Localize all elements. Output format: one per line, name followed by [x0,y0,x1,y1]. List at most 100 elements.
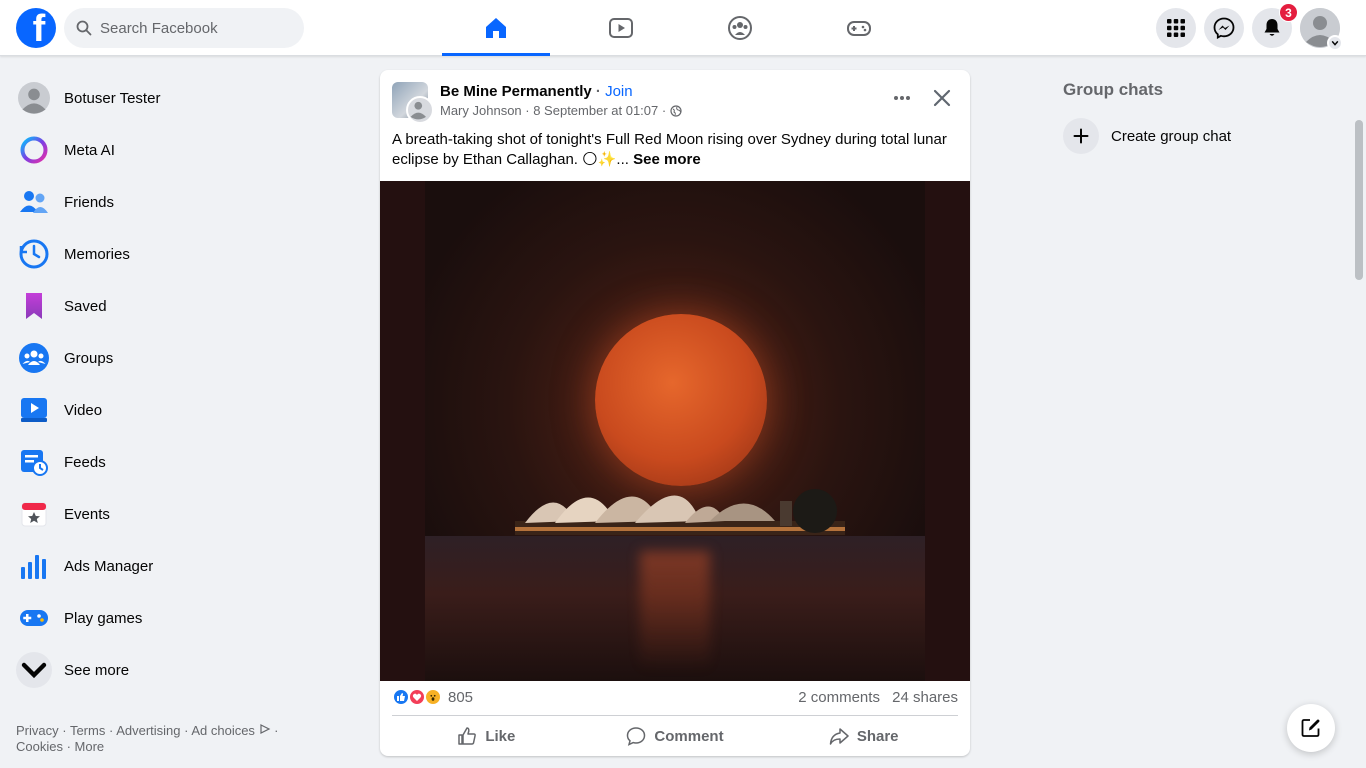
messenger-icon [1213,17,1235,39]
sidebar-item-label: Video [64,401,103,419]
feeds-icon [16,444,52,480]
scrollbar-thumb[interactable] [1355,120,1363,280]
photo-image [425,181,925,681]
bell-icon [1264,19,1280,36]
sidebar-item-events[interactable]: Events [8,488,352,540]
sidebar-item-feeds[interactable]: Feeds [8,436,352,488]
account-avatar-button[interactable] [1300,8,1343,51]
sidebar-item-play-games[interactable]: Play games [8,592,352,644]
like-button[interactable]: Like [392,718,581,754]
top-navigation-bar: f 3 [0,0,1366,56]
comments-count-link[interactable]: 2 comments [798,689,880,706]
globe-icon [670,105,682,117]
reactions-summary[interactable]: 805 [392,688,473,706]
profile-avatar [16,80,52,116]
opera-house-silhouette [515,489,845,535]
sidebar-item-meta-ai[interactable]: Meta AI [8,124,352,176]
sidebar-item-label: Feeds [64,453,106,471]
tab-home[interactable] [442,0,561,56]
search-box[interactable] [64,8,304,48]
sidebar-item-label: Botuser Tester [64,89,161,107]
footer-link-cookies[interactable]: Cookies [16,739,63,754]
post-timestamp[interactable]: 8 September at 01:07 [533,102,658,120]
new-message-button[interactable] [1287,704,1335,752]
play-games-icon [16,600,52,636]
see-more-link[interactable]: See more [633,151,701,168]
saved-icon [16,288,52,324]
sidebar-item-ads-manager[interactable]: Ads Manager [8,540,352,592]
author-name-link[interactable]: Mary Johnson [440,102,522,120]
more-options-icon[interactable] [892,88,912,108]
page-scrollbar[interactable] [1352,56,1366,768]
red-moon [595,314,767,486]
separator-dot: · [595,83,601,100]
footer-links: Privacy · Terms · Advertising · Ad choic… [16,723,279,754]
share-button[interactable]: Share [769,718,958,754]
tab-gaming[interactable] [799,0,918,56]
sidebar-item-label: Saved [64,297,107,315]
moon-reflection [640,551,710,671]
chevron-down-icon [16,652,52,688]
footer-link-privacy[interactable]: Privacy [16,723,59,738]
comment-icon [627,727,646,746]
search-input[interactable] [100,19,290,37]
chevron-down-icon [1327,35,1343,51]
create-group-chat-button[interactable]: Create group chat [1063,118,1333,154]
home-icon [486,18,506,38]
groups-icon [727,16,752,40]
notifications-button[interactable]: 3 [1252,3,1298,48]
top-right-actions: 3 [1156,3,1343,51]
shares-count-link[interactable]: 24 shares [892,689,958,706]
post-counts: 2 comments 24 shares [790,689,958,706]
messenger-button[interactable] [1204,8,1244,48]
main-nav-tabs [442,0,918,56]
sidebar-item-label: Friends [64,193,115,211]
comment-button[interactable]: Comment [581,718,770,754]
share-label: Share [856,727,899,745]
post-stats: 805 2 comments 24 shares [392,688,958,706]
author-avatar[interactable] [406,96,434,124]
share-icon [829,728,849,745]
right-sidebar: Group chats Create group chat [1063,80,1333,154]
friends-icon [16,184,52,220]
sidebar-item-label: Memories [64,245,130,263]
create-group-chat-label: Create group chat [1111,127,1232,145]
like-label: Like [485,727,516,745]
group-chats-heading: Group chats [1063,80,1164,99]
join-group-link[interactable]: Join [605,83,633,100]
left-sidebar: Botuser Tester Meta AI Friends Memories … [8,72,352,696]
gaming-icon [846,21,871,36]
video-icon [16,392,52,428]
footer-link-ad-choices[interactable]: Ad choices [191,723,255,738]
menu-button[interactable] [1156,8,1196,48]
close-icon[interactable] [932,88,952,108]
plus-icon [1063,118,1099,154]
facebook-logo[interactable]: f [16,8,56,48]
sidebar-item-label: Groups [64,349,114,367]
sidebar-item-saved[interactable]: Saved [8,280,352,332]
footer-link-terms[interactable]: Terms [70,723,105,738]
sidebar-item-memories[interactable]: Memories [8,228,352,280]
tab-video[interactable] [561,0,680,56]
sidebar-item-video[interactable]: Video [8,384,352,436]
video-icon [608,18,633,38]
sidebar-item-profile[interactable]: Botuser Tester [8,72,352,124]
memories-icon [16,236,52,272]
footer-link-more[interactable]: More [75,739,105,754]
sidebar-item-see-more[interactable]: See more [8,644,352,696]
post-text: A breath-taking shot of tonight's Full R… [392,130,962,170]
wow-reaction-icon [424,688,442,706]
sidebar-item-groups[interactable]: Groups [8,332,352,384]
post-photo[interactable] [380,181,970,681]
group-name-link[interactable]: Be Mine Permanently [440,83,592,100]
sidebar-item-friends[interactable]: Friends [8,176,352,228]
group-avatar[interactable] [392,82,434,124]
events-icon [16,496,52,532]
sidebar-item-label: Events [64,505,110,523]
post-top-actions [892,88,952,108]
tab-groups[interactable] [680,0,799,56]
sidebar-item-label: Ads Manager [64,557,154,575]
footer-link-advertising[interactable]: Advertising [116,723,180,738]
actions-divider [392,715,958,716]
logo-letter: f [32,8,46,48]
